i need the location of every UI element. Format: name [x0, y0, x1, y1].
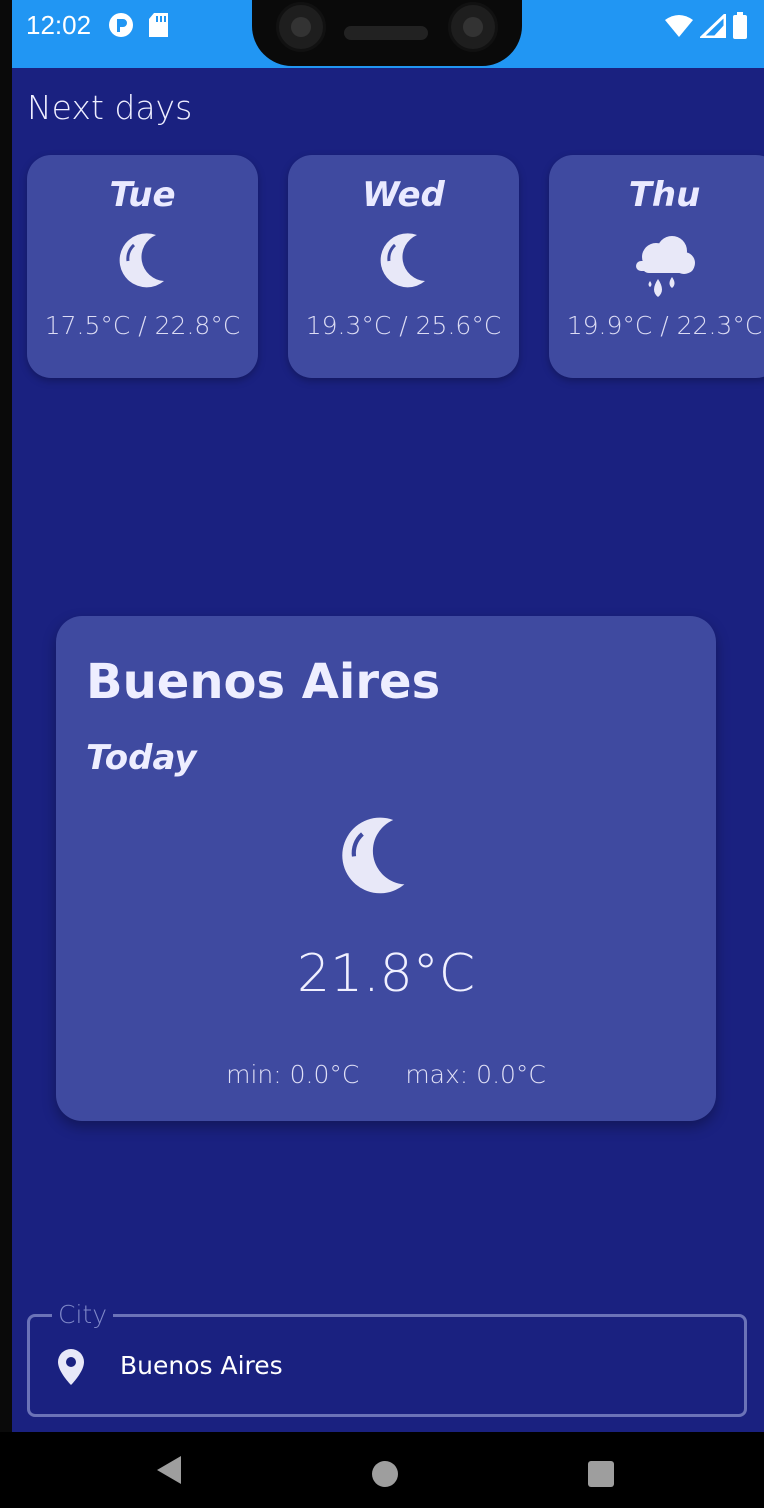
- city-field[interactable]: City: [27, 1300, 747, 1417]
- front-camera-secondary: [448, 2, 498, 52]
- today-card: Buenos Aires Today 21.8°C min: 0.0°C max…: [56, 616, 716, 1121]
- location-pin-icon: [54, 1347, 88, 1391]
- moon-icon: [288, 231, 519, 295]
- cloud-rain-icon: [549, 231, 764, 297]
- sd-card-icon: [148, 12, 170, 42]
- forecast-card-tue: Tue 17.5°C / 22.8°C: [27, 155, 258, 378]
- max-temperature: max: 0.0°C: [405, 1060, 546, 1089]
- moon-icon: [27, 231, 258, 295]
- city-name: Buenos Aires: [86, 654, 441, 710]
- city-field-label: City: [52, 1300, 113, 1329]
- recents-button[interactable]: [588, 1461, 614, 1487]
- status-right-icons: [664, 11, 748, 44]
- min-temperature: min: 0.0°C: [226, 1060, 360, 1089]
- forecast-day-name: Wed: [362, 175, 445, 215]
- back-icon[interactable]: [155, 1454, 183, 1490]
- forecast-temps: 17.5°C / 22.8°C: [44, 311, 241, 340]
- next-days-title: Next days: [27, 88, 193, 127]
- forecast-temps: 19.9°C / 22.3°C: [566, 311, 763, 340]
- notification-app-icon: [108, 12, 134, 42]
- camera-notch: [252, 0, 522, 66]
- status-left-icons: [108, 12, 170, 42]
- device-bezel: [0, 0, 12, 1432]
- home-button[interactable]: [372, 1461, 398, 1487]
- forecast-card-wed: Wed 19.3°C / 25.6°C: [288, 155, 519, 378]
- app-screen: 12:02 Next days Tue 17.5°C / 22.8°C Wed …: [12, 0, 764, 1508]
- today-label: Today: [86, 738, 197, 778]
- wifi-icon: [664, 14, 694, 42]
- forecast-day-name: Thu: [628, 175, 701, 215]
- forecast-card-thu: Thu 19.9°C / 22.3°C: [549, 155, 764, 378]
- forecast-temps: 19.3°C / 25.6°C: [305, 311, 502, 340]
- moon-icon: [340, 812, 410, 902]
- status-time: 12:02: [26, 10, 92, 40]
- earpiece-speaker: [344, 26, 428, 40]
- city-input[interactable]: [120, 1347, 680, 1383]
- battery-icon: [732, 12, 748, 44]
- front-camera: [276, 2, 326, 52]
- forecast-day-name: Tue: [109, 175, 176, 215]
- signal-icon: [698, 11, 727, 42]
- current-temperature: 21.8°C: [296, 944, 476, 1004]
- min-max-row: min: 0.0°C max: 0.0°C: [56, 1060, 716, 1089]
